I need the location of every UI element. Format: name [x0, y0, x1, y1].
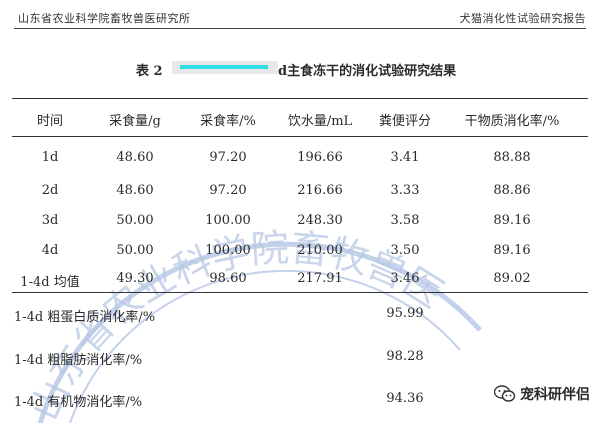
cell-intake: 50.00 — [116, 213, 154, 228]
cell-dm-digestibility: 89.16 — [493, 213, 531, 228]
cell-fecal-score: 3.33 — [390, 183, 420, 198]
wechat-account-name: 宠科研伴侣 — [520, 387, 590, 403]
cell-intake-rate: 100.00 — [205, 243, 251, 258]
cell-intake: 50.00 — [116, 243, 154, 258]
table-title-label: 表 2 — [136, 64, 163, 79]
redaction-mark — [172, 61, 278, 74]
cell-intake: 48.60 — [116, 183, 154, 198]
cell-water: 210.00 — [297, 243, 343, 258]
col-header-dm-digestibility: 干物质消化率/% — [464, 114, 560, 129]
table-header-rule — [12, 136, 588, 137]
cell-fecal-score: 3.58 — [390, 213, 420, 228]
cell-dm-digestibility: 89.02 — [493, 271, 531, 286]
cell-intake: 48.60 — [116, 150, 154, 165]
wechat-watermark: 宠科研伴侣 — [494, 384, 590, 404]
col-header-water: 饮水量/mL — [287, 114, 353, 129]
header-divider — [14, 28, 586, 29]
summary-label: 1-4d 粗脂肪消化率/% — [14, 353, 143, 368]
cell-fecal-score: 3.50 — [390, 243, 420, 258]
cell-dm-digestibility: 89.16 — [493, 243, 531, 258]
wechat-icon — [494, 385, 516, 402]
cell-intake-rate: 100.00 — [205, 213, 251, 228]
col-header-fecal-score: 粪便评分 — [378, 114, 432, 129]
table-title-text: d主食冻干的消化试验研究结果 — [278, 64, 457, 79]
summary-rule — [12, 292, 588, 293]
cell-fecal-score: 3.41 — [390, 150, 420, 165]
header-institute: 山东省农业科学院畜牧兽医研究所 — [18, 12, 191, 25]
cell-intake-rate: 97.20 — [209, 150, 247, 165]
cell-water: 196.66 — [297, 150, 343, 165]
summary-label: 1-4d 粗蛋白质消化率/% — [14, 310, 156, 325]
cell-dm-digestibility: 88.88 — [493, 150, 531, 165]
cell-water: 248.30 — [297, 213, 343, 228]
cell-fecal-score: 3.46 — [390, 271, 420, 286]
summary-value: 95.99 — [386, 306, 424, 321]
cell-intake: 49.30 — [116, 271, 154, 286]
cell-time: 4d — [41, 243, 59, 258]
summary-value: 94.36 — [386, 391, 424, 406]
cell-intake-rate: 97.20 — [209, 183, 247, 198]
summary-value: 98.28 — [386, 349, 424, 364]
cell-water: 217.91 — [297, 271, 343, 286]
cell-time: 2d — [41, 183, 59, 198]
col-header-intake: 采食量/g — [109, 114, 161, 129]
summary-label: 1-4d 有机物消化率/% — [14, 395, 143, 410]
cell-time: 3d — [41, 213, 59, 228]
cell-intake-rate: 98.60 — [209, 271, 247, 286]
col-header-time: 时间 — [36, 114, 64, 129]
cell-dm-digestibility: 88.86 — [493, 183, 531, 198]
cell-time: 1d — [41, 150, 59, 165]
col-header-intake-rate: 采食率/% — [200, 114, 256, 129]
table-top-rule — [12, 98, 588, 99]
header-report-title: 犬猫消化性试验研究报告 — [459, 12, 586, 25]
cell-time: 1-4d 均值 — [20, 275, 80, 290]
cell-water: 216.66 — [297, 183, 343, 198]
